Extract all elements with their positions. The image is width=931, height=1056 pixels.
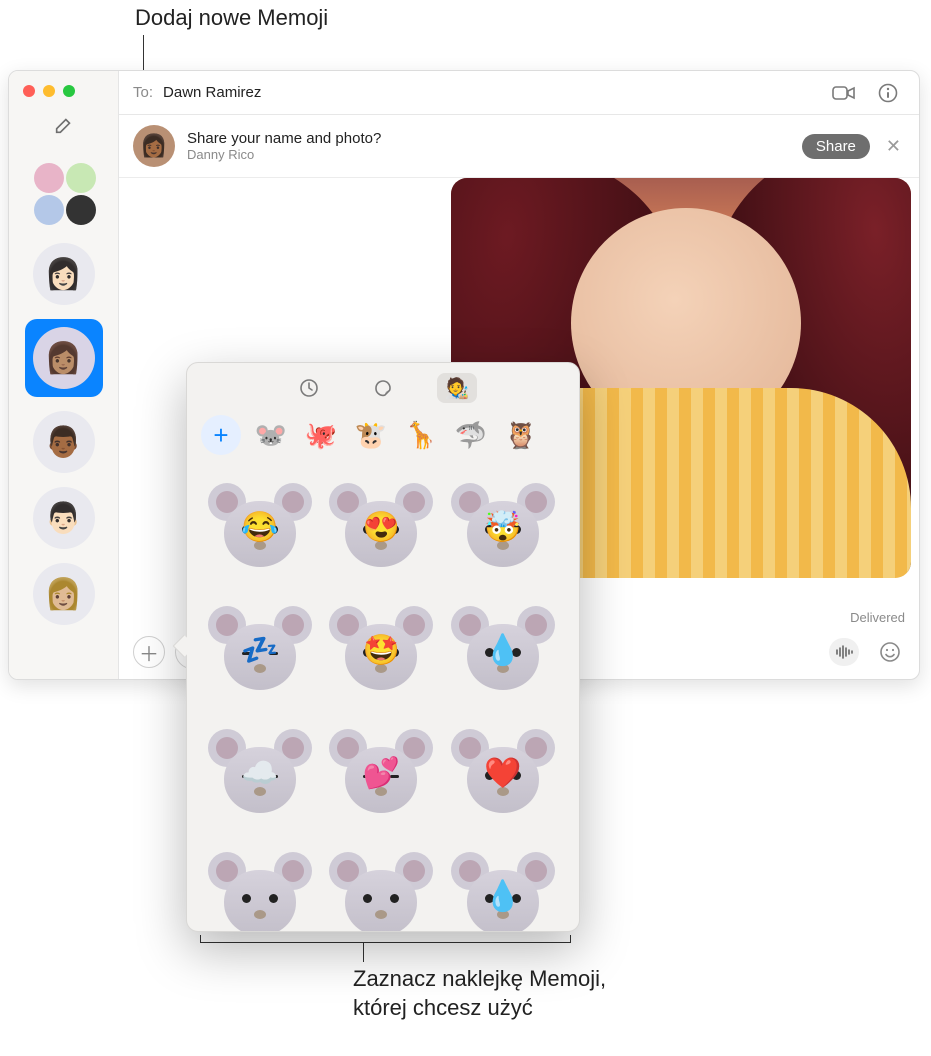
- memoji-character-shark[interactable]: 🦈: [451, 415, 491, 455]
- conversation-item[interactable]: 👩🏼: [33, 563, 95, 625]
- memoji-sticker-mouse-sleeping[interactable]: 💤: [205, 598, 315, 703]
- apps-button[interactable]: ＋: [133, 636, 165, 668]
- compose-icon: [53, 114, 75, 136]
- memoji-character-owl[interactable]: 🦉: [501, 415, 541, 455]
- plus-icon: +: [213, 420, 228, 451]
- callout-leader: [363, 942, 364, 962]
- smiley-icon: [879, 641, 901, 663]
- clock-icon: [299, 378, 319, 398]
- banner-subtitle: Danny Rico: [187, 147, 790, 162]
- memoji-character-mouse[interactable]: 🐭: [251, 415, 291, 455]
- info-icon: [878, 83, 898, 103]
- banner-avatar: 👩🏾: [133, 125, 175, 167]
- popover-tabs: 🧑‍🎨: [187, 363, 579, 409]
- avatar: 👩🏼: [33, 563, 95, 625]
- memoji-sticker-mouse-cloud[interactable]: ☁️: [205, 721, 315, 826]
- conversation-item[interactable]: 👨🏻: [33, 487, 95, 549]
- memoji-sticker-mouse-in-love[interactable]: ❤️: [448, 721, 558, 826]
- memoji-character-octopus[interactable]: 🐙: [301, 415, 341, 455]
- memoji-popover: 🧑‍🎨 + 🐭🐙🐮🦒🦈🦉 😂😍🤯💤🤩💧☁️💕❤️💧: [186, 362, 580, 932]
- memoji-sticker-mouse-starstruck[interactable]: 🤩: [326, 598, 436, 703]
- close-window-button[interactable]: [23, 85, 35, 97]
- audio-message-button[interactable]: [829, 638, 859, 666]
- conversation-item-group[interactable]: [30, 161, 98, 229]
- window-controls: [9, 79, 75, 107]
- memoji-sticker-mouse-joy[interactable]: 😂: [205, 475, 315, 580]
- callout-leader: [200, 942, 570, 943]
- tab-stickers[interactable]: [363, 373, 403, 403]
- memoji-sticker-mouse-worried[interactable]: [205, 844, 315, 931]
- callout-select-sticker: Zaznacz naklejkę Memoji, której chcesz u…: [353, 965, 606, 1022]
- emoji-picker-button[interactable]: [875, 637, 905, 667]
- conversations-sidebar: 👩🏻 👩🏽 👨🏾 👨🏻 👩🏼: [9, 71, 119, 679]
- callout-leader: [570, 935, 571, 943]
- share-name-banner: 👩🏾 Share your name and photo? Danny Rico…: [119, 115, 919, 178]
- sticker-icon: [373, 378, 393, 398]
- compose-button[interactable]: [42, 107, 86, 143]
- avatar: 👩🏽: [33, 327, 95, 389]
- callout-leader: [200, 935, 201, 943]
- to-label: To:: [133, 84, 153, 101]
- banner-title: Share your name and photo?: [187, 130, 790, 147]
- memoji-icon: 🧑‍🎨: [445, 376, 470, 401]
- memoji-character-giraffe[interactable]: 🦒: [401, 415, 441, 455]
- minimize-window-button[interactable]: [43, 85, 55, 97]
- memoji-sticker-mouse-kisses[interactable]: 💕: [326, 721, 436, 826]
- tab-memoji[interactable]: 🧑‍🎨: [437, 373, 477, 403]
- plus-icon: ＋: [139, 638, 159, 667]
- callout-add-memoji: Dodaj nowe Memoji: [135, 5, 328, 31]
- conversation-item[interactable]: 👩🏽: [25, 319, 103, 397]
- avatar: 👩🏻: [33, 243, 95, 305]
- memoji-sticker-mouse-angry[interactable]: [326, 844, 436, 931]
- tab-recent[interactable]: [289, 373, 329, 403]
- memoji-sticker-mouse-heart-eyes[interactable]: 😍: [326, 475, 436, 580]
- avatar: 👨🏻: [33, 487, 95, 549]
- delivery-status: Delivered: [850, 610, 905, 625]
- details-button[interactable]: [871, 79, 905, 107]
- dismiss-banner-button[interactable]: ✕: [882, 136, 905, 157]
- memoji-characters-row: + 🐭🐙🐮🦒🦈🦉: [187, 409, 579, 465]
- zoom-window-button[interactable]: [63, 85, 75, 97]
- share-button[interactable]: Share: [802, 134, 870, 159]
- conversation-header: To: Dawn Ramirez: [119, 71, 919, 115]
- add-memoji-button[interactable]: +: [201, 415, 241, 455]
- conversation-item[interactable]: 👩🏻: [33, 243, 95, 305]
- avatar: 👨🏾: [33, 411, 95, 473]
- memoji-sticker-mouse-tear[interactable]: 💧: [448, 598, 558, 703]
- memoji-sticker-mouse-sweat[interactable]: 💧: [448, 844, 558, 931]
- memoji-sticker-grid[interactable]: 😂😍🤯💤🤩💧☁️💕❤️💧: [187, 465, 579, 931]
- memoji-character-cow[interactable]: 🐮: [351, 415, 391, 455]
- close-icon: ✕: [886, 136, 901, 156]
- to-recipient-name: Dawn Ramirez: [163, 84, 261, 101]
- waveform-icon: [835, 645, 853, 659]
- memoji-sticker-mouse-mind-blown[interactable]: 🤯: [448, 475, 558, 580]
- video-icon: [832, 84, 856, 102]
- conversation-item[interactable]: 👨🏾: [33, 411, 95, 473]
- facetime-button[interactable]: [827, 79, 861, 107]
